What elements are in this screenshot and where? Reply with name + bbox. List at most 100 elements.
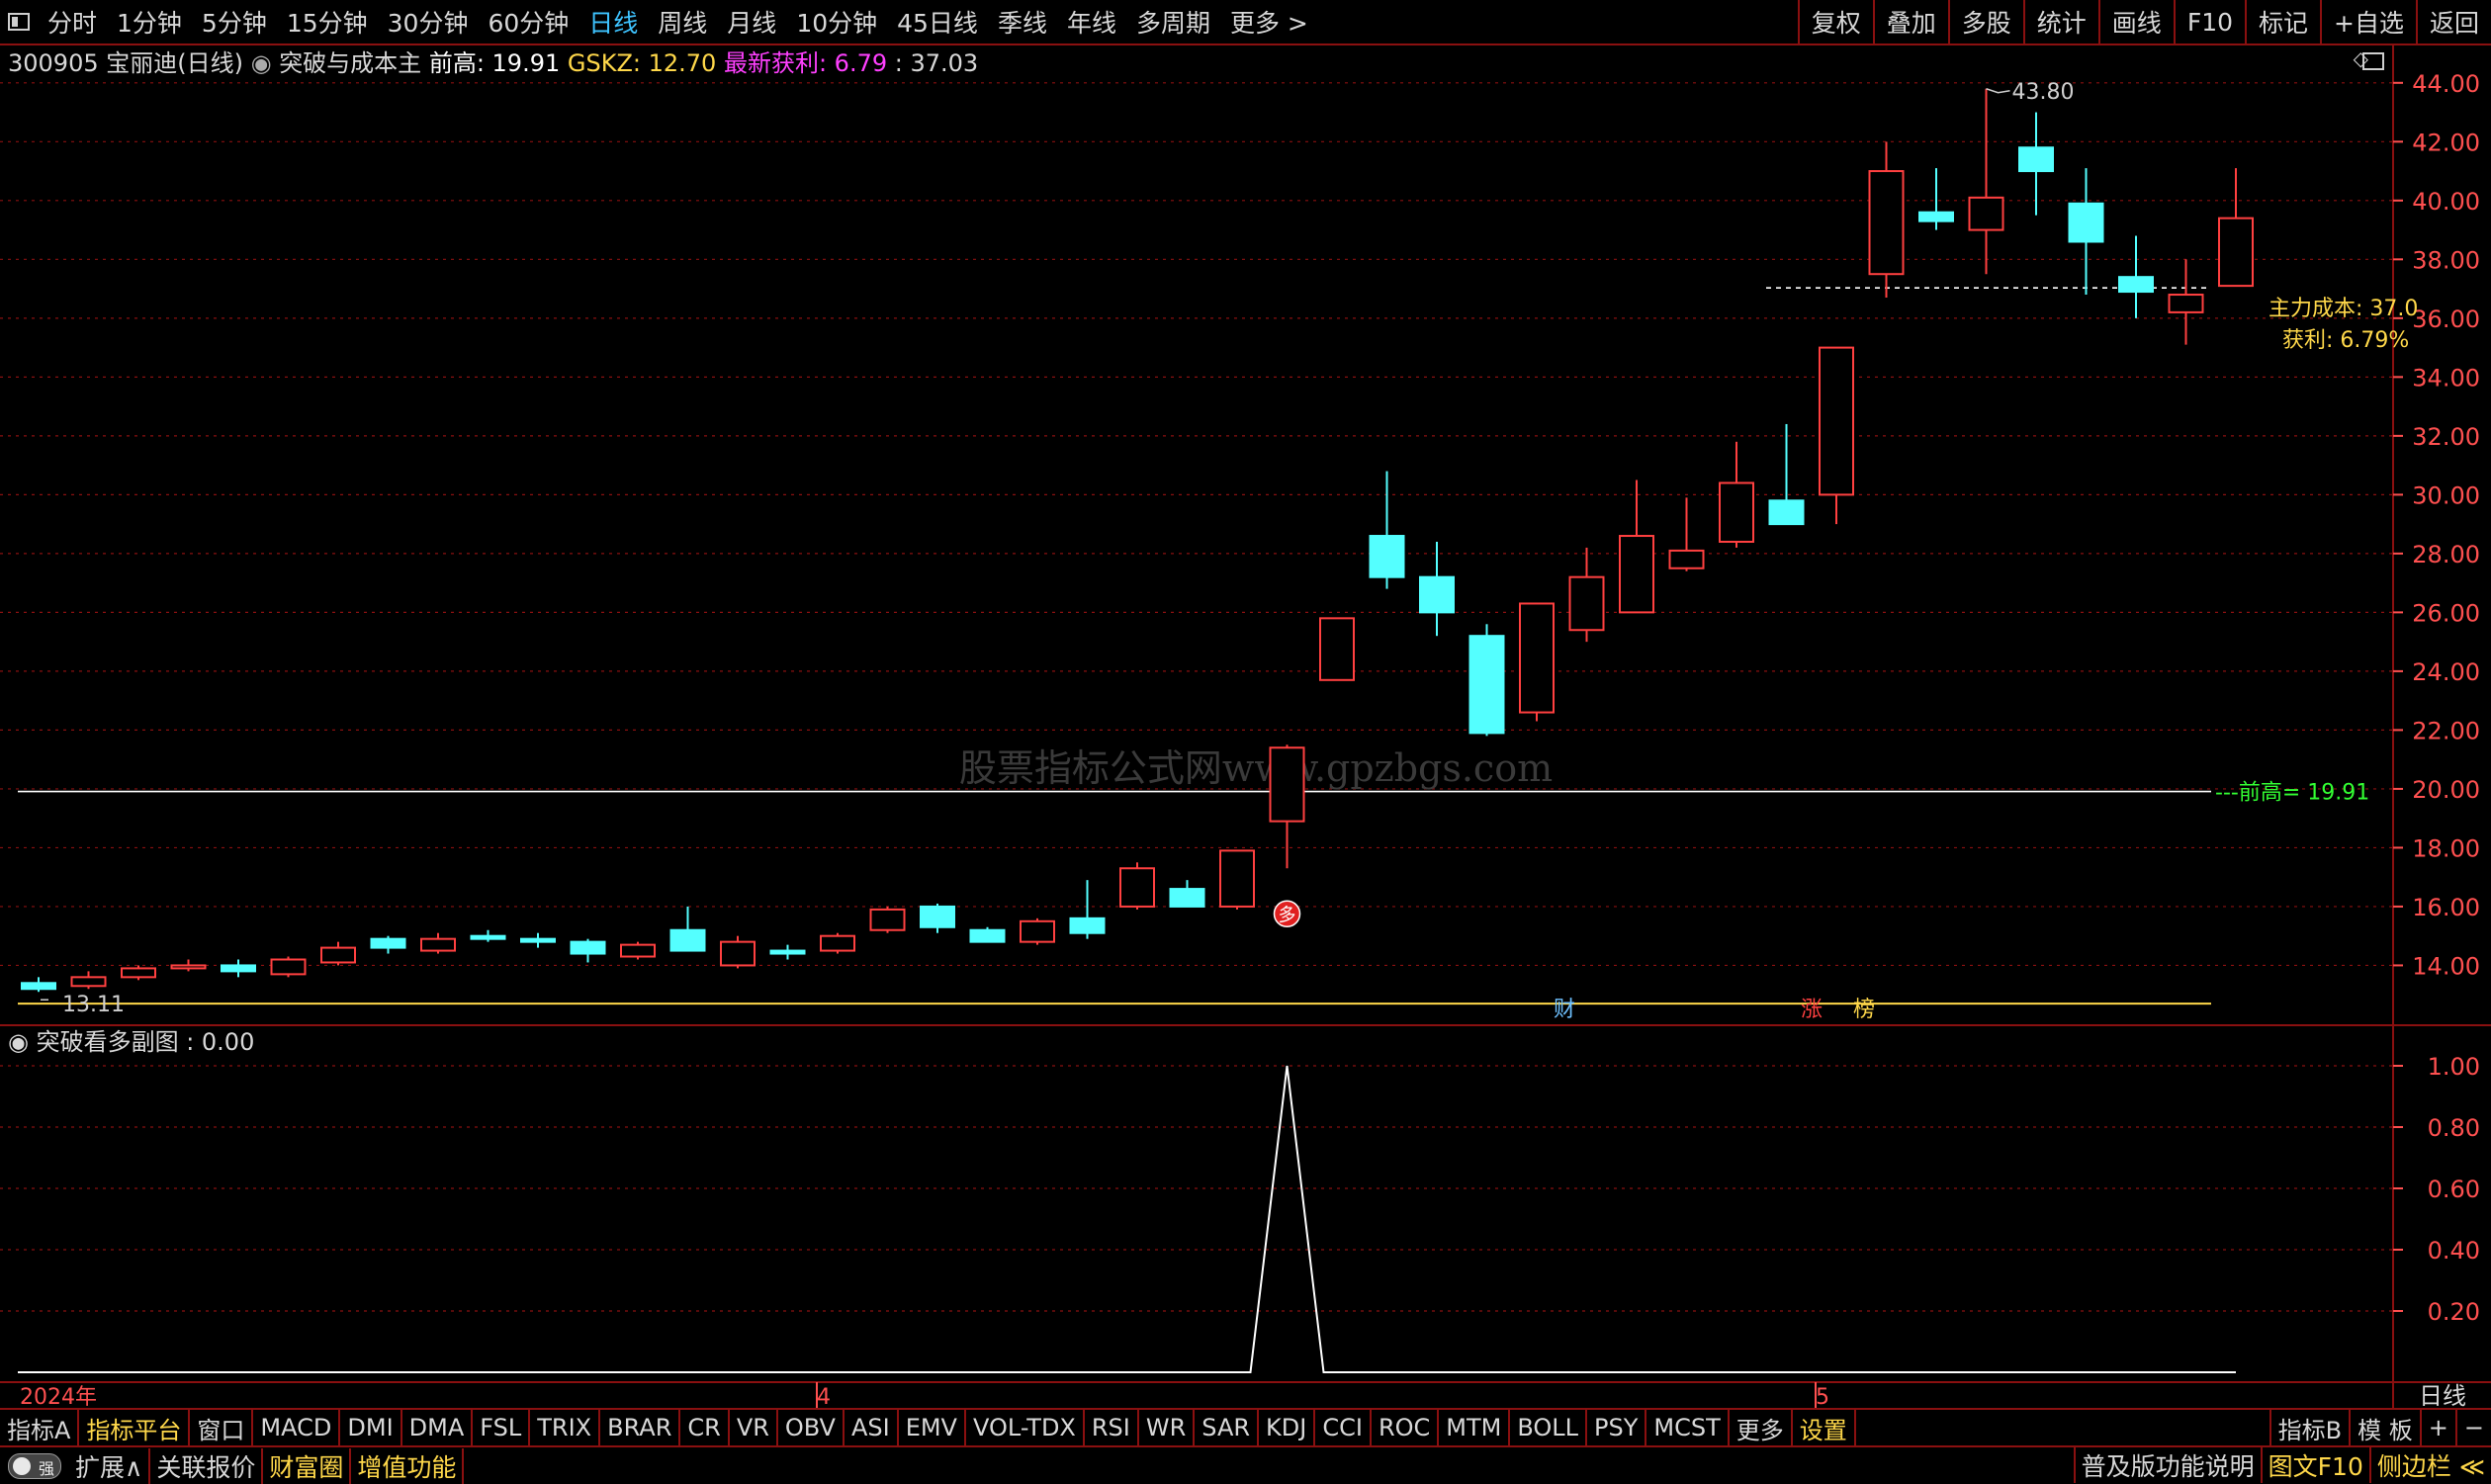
indicator-tab-25[interactable]: 更多 — [1730, 1410, 1793, 1445]
tool-button-5[interactable]: F10 — [2173, 0, 2245, 44]
header-part-10: 37.03 — [910, 49, 978, 77]
status-left-3[interactable]: 增值功能 — [351, 1447, 465, 1484]
status-left-2[interactable]: 财富圈 — [263, 1447, 352, 1484]
candle-39 — [1968, 88, 2004, 275]
price-tick-6: 32.00 — [2412, 423, 2480, 451]
candle-23 — [1169, 880, 1205, 908]
period-tab-13[interactable]: 多周期 — [1126, 4, 1220, 40]
tool-button-2[interactable]: 多股 — [1947, 0, 2023, 44]
period-tab-4[interactable]: 30分钟 — [378, 4, 479, 40]
indicator-tab-15[interactable]: RSI — [1085, 1410, 1139, 1445]
indicator-tab-19[interactable]: CCI — [1315, 1410, 1372, 1445]
candle-body-24 — [1219, 849, 1255, 908]
candle-32 — [1619, 480, 1654, 614]
candle-body-18 — [920, 905, 955, 928]
strong-toggle[interactable]: 强 — [8, 1452, 61, 1479]
indicator-tab-11[interactable]: OBV — [778, 1410, 845, 1445]
tool-button-0[interactable]: 复权 — [1797, 0, 1873, 44]
candle-body-14 — [720, 940, 756, 967]
candle-body-12 — [620, 943, 656, 958]
indicator-tab-3[interactable]: MACD — [253, 1410, 341, 1445]
indicator-tab-16[interactable]: WR — [1139, 1410, 1196, 1445]
status-right-1[interactable]: 图文F10 — [2260, 1447, 2369, 1483]
price-tick-9: 26.00 — [2412, 599, 2480, 627]
indicator-tab-20[interactable]: ROC — [1372, 1410, 1440, 1445]
indicator-tab-8[interactable]: BRAR — [600, 1410, 681, 1445]
period-tab-9[interactable]: 10分钟 — [786, 4, 887, 40]
price-tick-0: 44.00 — [2412, 70, 2480, 98]
period-tab-5[interactable]: 60分钟 — [478, 4, 578, 40]
indicator-tab-24[interactable]: MCST — [1646, 1410, 1730, 1445]
period-tab-1[interactable]: 1分钟 — [107, 4, 192, 40]
indicator-tab-22[interactable]: BOLL — [1510, 1410, 1588, 1445]
candle-24 — [1219, 849, 1255, 910]
period-tab-7[interactable]: 周线 — [648, 4, 717, 40]
period-tab-0[interactable]: 分时 — [38, 4, 107, 40]
tool-buttons: 复权 叠加 多股 统计 画线 F10 标记 +自选 返回 — [1797, 0, 2491, 44]
candle-36 — [1819, 346, 1854, 525]
candle-body-22 — [1119, 867, 1155, 908]
candle-body-11 — [570, 940, 606, 955]
indicator-tab-17[interactable]: SAR — [1195, 1410, 1260, 1445]
period-tab-14[interactable]: 更多 > — [1220, 4, 1318, 40]
period-tab-11[interactable]: 季线 — [988, 4, 1057, 40]
candle-9 — [470, 929, 506, 942]
candle-1 — [70, 971, 107, 990]
indicator-tab-23[interactable]: PSY — [1587, 1410, 1647, 1445]
status-left-0[interactable]: 扩展∧ — [69, 1447, 151, 1484]
tool-button-4[interactable]: 画线 — [2097, 0, 2174, 44]
status-right-0[interactable]: 普及版功能说明 — [2073, 1447, 2261, 1483]
candle-19 — [969, 926, 1006, 943]
status-left-1[interactable]: 关联报价 — [150, 1447, 264, 1484]
indicator-tool-2[interactable]: + — [2419, 1410, 2455, 1445]
candle-body-28 — [1419, 575, 1455, 614]
indicator-tool-1[interactable]: 模 板 — [2349, 1410, 2420, 1445]
low-label: 13.11 — [62, 993, 125, 1017]
indicator-tab-18[interactable]: KDJ — [1259, 1410, 1316, 1445]
indicator-tab-12[interactable]: ASI — [845, 1410, 899, 1445]
indicator-tab-2[interactable]: 窗口 — [190, 1410, 254, 1445]
candle-43 — [2168, 259, 2204, 345]
candle-body-7 — [370, 937, 406, 949]
indicator-tab-1[interactable]: 指标平台 — [79, 1410, 191, 1445]
high-arrow — [1986, 88, 2010, 94]
indicator-tab-26[interactable]: 设置 — [1793, 1410, 1856, 1445]
candle-body-42 — [2118, 276, 2154, 294]
indicator-tab-0[interactable]: 指标A — [0, 1410, 80, 1445]
period-tab-8[interactable]: 月线 — [717, 4, 786, 40]
window-toggle-icon[interactable] — [8, 13, 30, 31]
tool-button-3[interactable]: 统计 — [2022, 0, 2098, 44]
indicator-tab-7[interactable]: TRIX — [530, 1410, 601, 1445]
period-tab-6[interactable]: 日线 — [578, 4, 648, 40]
period-toolbar: 分时 1分钟 5分钟 15分钟 30分钟 60分钟 日线 周线 月线 10分钟 45日线 季线 年线 多周… — [0, 0, 2491, 45]
period-tab-3[interactable]: 15分钟 — [277, 4, 378, 40]
kline-chart[interactable]: 股票指标公式网www.gpzbgs.com 44.00 42.00 40.00 38.… — [0, 45, 2491, 1408]
period-tab-12[interactable]: 年线 — [1057, 4, 1126, 40]
period-tab-10[interactable]: 45日线 — [887, 4, 988, 40]
candle-40 — [2018, 112, 2054, 216]
indicator-tab-5[interactable]: DMA — [402, 1410, 474, 1445]
candle-body-34 — [1719, 481, 1754, 543]
indicator-tool-0[interactable]: 指标B — [2269, 1410, 2349, 1445]
status-right-2[interactable]: 侧边栏 ≪ — [2368, 1447, 2491, 1483]
price-tick-3: 38.00 — [2412, 246, 2480, 274]
tool-button-7[interactable]: +自选 — [2320, 0, 2416, 44]
candle-7 — [370, 935, 406, 954]
indicator-tab-9[interactable]: CR — [680, 1410, 730, 1445]
tool-button-8[interactable]: 返回 — [2415, 0, 2491, 44]
indicator-tool-3[interactable]: − — [2454, 1410, 2491, 1445]
indicator-tab-13[interactable]: EMV — [899, 1410, 966, 1445]
candle-21 — [1069, 880, 1106, 939]
tool-button-6[interactable]: 标记 — [2245, 0, 2320, 44]
status-left: 扩展∧ 关联报价 财富圈 增值功能 — [69, 1447, 465, 1484]
indicator-tab-21[interactable]: MTM — [1439, 1410, 1511, 1445]
candle-10 — [520, 932, 556, 948]
tool-button-1[interactable]: 叠加 — [1872, 0, 1948, 44]
indicator-tab-4[interactable]: DMI — [340, 1410, 402, 1445]
status-bar: 强 扩展∧ 关联报价 财富圈 增值功能 普及版功能说明 图文F10 侧边栏 ≪ — [0, 1445, 2491, 1484]
signal-text: 多 — [1279, 905, 1296, 925]
period-tab-2[interactable]: 5分钟 — [192, 4, 277, 40]
indicator-tab-10[interactable]: VR — [730, 1410, 778, 1445]
indicator-tab-6[interactable]: FSL — [473, 1410, 531, 1445]
indicator-tab-14[interactable]: VOL-TDX — [966, 1410, 1085, 1445]
